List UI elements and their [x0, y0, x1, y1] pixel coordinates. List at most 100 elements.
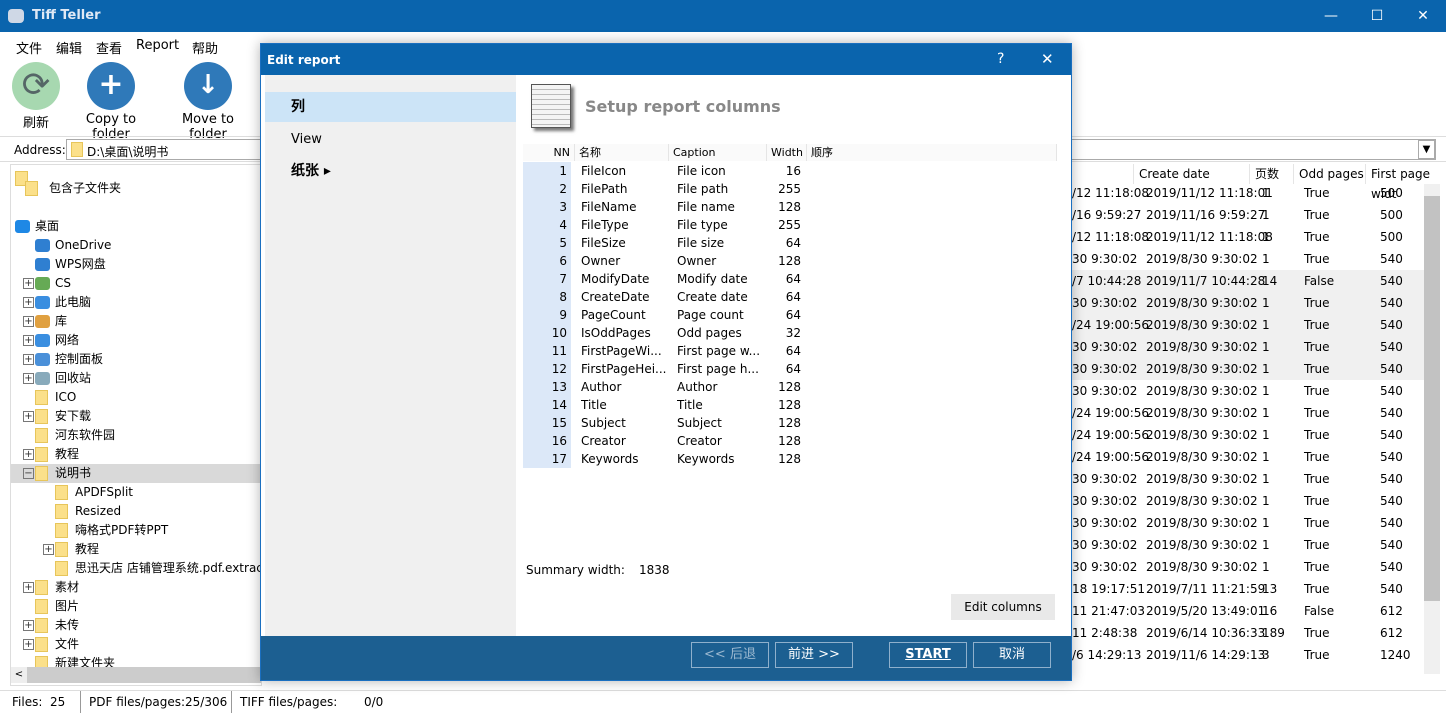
grid-row[interactable]: 11 FirstPageWi... First page w... 64	[523, 342, 1057, 360]
table-row[interactable]: 11 21:47:03 2019/5/20 13:49:01 16 False 612	[1072, 600, 1424, 622]
table-row[interactable]: 30 9:30:02 2019/8/30 9:30:02 1 True 540	[1072, 248, 1424, 270]
grid-column-header[interactable]: 顺序	[807, 144, 1057, 161]
table-row[interactable]: /24 19:00:56 2019/8/30 9:30:02 1 True 540	[1072, 446, 1424, 468]
table-row[interactable]: 30 9:30:02 2019/8/30 9:30:02 1 True 540	[1072, 358, 1424, 380]
include-subfolders-icon[interactable]	[15, 171, 43, 199]
table-row[interactable]: /12 11:18:08 2019/11/12 11:18:01 1 True 500	[1072, 182, 1424, 204]
expand-icon[interactable]: +	[23, 639, 34, 650]
tree-item[interactable]: + 回收站	[11, 369, 261, 388]
include-subfolders-label[interactable]: 包含子文件夹	[49, 179, 121, 196]
tree-item[interactable]: ICO	[11, 388, 261, 407]
table-row[interactable]: /24 19:00:56 2019/8/30 9:30:02 1 True 540	[1072, 402, 1424, 424]
menu-help[interactable]: 帮助	[192, 38, 218, 57]
table-row[interactable]: /12 11:18:08 2019/11/12 11:18:08 1 True 500	[1072, 226, 1424, 248]
tree-item[interactable]: + CS	[11, 274, 261, 293]
tree-item[interactable]: + 控制面板	[11, 350, 261, 369]
scroll-left-icon[interactable]: <	[11, 667, 27, 683]
nav-view[interactable]: View	[265, 125, 516, 155]
collapse-icon[interactable]: −	[23, 468, 34, 479]
grid-row[interactable]: 7 ModifyDate Modify date 64	[523, 270, 1057, 288]
move-to-folder-button[interactable]: ↓ Move to folder	[162, 62, 254, 142]
grid-row[interactable]: 14 Title Title 128	[523, 396, 1057, 414]
grid-row[interactable]: 9 PageCount Page count 64	[523, 306, 1057, 324]
grid-row[interactable]: 8 CreateDate Create date 64	[523, 288, 1057, 306]
grid-row[interactable]: 6 Owner Owner 128	[523, 252, 1057, 270]
column-header[interactable]: 页数	[1250, 164, 1294, 184]
column-header[interactable]	[1072, 164, 1134, 184]
next-button[interactable]: 前进 >>	[775, 642, 853, 668]
tree-item[interactable]: Resized	[11, 502, 261, 521]
column-header[interactable]: First page widt	[1366, 164, 1440, 201]
grid-row[interactable]: 16 Creator Creator 128	[523, 432, 1057, 450]
menu-edit[interactable]: 编辑	[56, 38, 82, 57]
grid-row[interactable]: 13 Author Author 128	[523, 378, 1057, 396]
tree-item[interactable]: 桌面	[11, 217, 261, 236]
grid-column-header[interactable]: NN	[523, 144, 575, 161]
tree-item[interactable]: + 教程	[11, 445, 261, 464]
expand-icon[interactable]: +	[23, 582, 34, 593]
maximize-button[interactable]: ☐	[1354, 0, 1400, 32]
grid-row[interactable]: 10 IsOddPages Odd pages 32	[523, 324, 1057, 342]
menu-report[interactable]: Report	[136, 38, 179, 53]
table-row[interactable]: /24 19:00:56 2019/8/30 9:30:02 1 True 540	[1072, 424, 1424, 446]
table-row[interactable]: /16 9:59:27 2019/11/16 9:59:27 1 True 500	[1072, 204, 1424, 226]
expand-icon[interactable]: +	[23, 373, 34, 384]
table-row[interactable]: 30 9:30:02 2019/8/30 9:30:02 1 True 540	[1072, 336, 1424, 358]
tree-item[interactable]: WPS网盘	[11, 255, 261, 274]
grid-row[interactable]: 3 FileName File name 128	[523, 198, 1057, 216]
close-button[interactable]: ✕	[1400, 0, 1446, 32]
expand-icon[interactable]: +	[23, 449, 34, 460]
grid-column-header[interactable]: Caption	[669, 144, 767, 161]
minimize-button[interactable]: —	[1308, 0, 1354, 32]
grid-row[interactable]: 4 FileType File type 255	[523, 216, 1057, 234]
cancel-button[interactable]: 取消	[973, 642, 1051, 668]
expand-icon[interactable]: +	[23, 278, 34, 289]
table-row[interactable]: 30 9:30:02 2019/8/30 9:30:02 1 True 540	[1072, 468, 1424, 490]
tree-item[interactable]: + 素材	[11, 578, 261, 597]
expand-icon[interactable]: +	[23, 335, 34, 346]
table-row[interactable]: 30 9:30:02 2019/8/30 9:30:02 1 True 540	[1072, 292, 1424, 314]
tree-item[interactable]: − 说明书	[11, 464, 261, 483]
grid-row[interactable]: 17 Keywords Keywords 128	[523, 450, 1057, 468]
help-button[interactable]: ?	[997, 51, 1004, 67]
nav-paper[interactable]: 纸张 ▸	[265, 156, 516, 186]
column-header[interactable]: Odd pages	[1294, 164, 1366, 184]
grid-row[interactable]: 5 FileSize File size 64	[523, 234, 1057, 252]
back-button[interactable]: << 后退	[691, 642, 769, 668]
menu-file[interactable]: 文件	[16, 38, 42, 57]
expand-icon[interactable]: +	[23, 297, 34, 308]
grid-column-header[interactable]: 名称	[575, 144, 669, 161]
grid-row[interactable]: 2 FilePath File path 255	[523, 180, 1057, 198]
tree-item[interactable]: + 未传	[11, 616, 261, 635]
tree-item[interactable]: + 库	[11, 312, 261, 331]
tree-item[interactable]: 河东软件园	[11, 426, 261, 445]
expand-icon[interactable]: +	[23, 316, 34, 327]
table-row[interactable]: /24 19:00:56 2019/8/30 9:30:02 1 True 540	[1072, 314, 1424, 336]
nav-columns[interactable]: 列	[265, 92, 516, 122]
start-button[interactable]: START	[889, 642, 967, 668]
tree-item[interactable]: + 网络	[11, 331, 261, 350]
table-row[interactable]: 30 9:30:02 2019/8/30 9:30:02 1 True 540	[1072, 556, 1424, 578]
grid-column-header[interactable]: Width	[767, 144, 807, 161]
refresh-button[interactable]: ⟳ 刷新	[8, 62, 64, 131]
tree-horizontal-scrollbar[interactable]: <	[11, 667, 261, 683]
scrollbar-thumb[interactable]	[1424, 196, 1440, 601]
copy-to-folder-button[interactable]: + Copy to folder	[66, 62, 156, 142]
column-header[interactable]: Create date	[1134, 164, 1250, 184]
tree-item[interactable]: + 此电脑	[11, 293, 261, 312]
table-row[interactable]: 30 9:30:02 2019/8/30 9:30:02 1 True 540	[1072, 534, 1424, 556]
table-row[interactable]: /6 14:29:13 2019/11/6 14:29:13 3 True 1240	[1072, 644, 1424, 666]
tree-item[interactable]: + 教程	[11, 540, 261, 559]
table-row[interactable]: 30 9:30:02 2019/8/30 9:30:02 1 True 540	[1072, 512, 1424, 534]
grid-row[interactable]: 15 Subject Subject 128	[523, 414, 1057, 432]
table-row[interactable]: 30 9:30:02 2019/8/30 9:30:02 1 True 540	[1072, 490, 1424, 512]
tree-item[interactable]: OneDrive	[11, 236, 261, 255]
tree-item[interactable]: 图片	[11, 597, 261, 616]
table-row[interactable]: /7 10:44:28 2019/11/7 10:44:28 14 False 540	[1072, 270, 1424, 292]
expand-icon[interactable]: +	[23, 620, 34, 631]
grid-row[interactable]: 1 FileIcon File icon 16	[523, 162, 1057, 180]
expand-icon[interactable]: +	[23, 354, 34, 365]
expand-icon[interactable]: +	[43, 544, 54, 555]
table-row[interactable]: 18 19:17:51 2019/7/11 11:21:59 13 True 540	[1072, 578, 1424, 600]
menu-view[interactable]: 查看	[96, 38, 122, 57]
